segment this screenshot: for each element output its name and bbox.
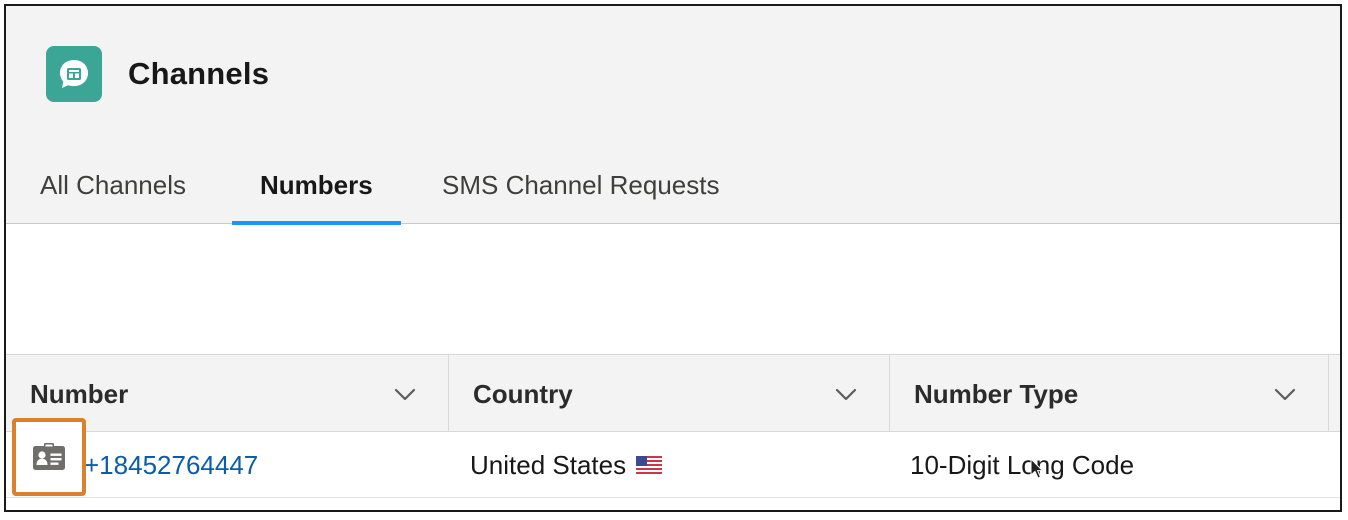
tab-numbers[interactable]: Numbers: [232, 156, 401, 225]
number-type-label: 10-Digit Long Code: [910, 449, 1135, 480]
number-type-cell: 10-Digit Long Code: [910, 432, 1134, 498]
page-header: Channels All Channels Numbers SMS Channe…: [6, 6, 1340, 225]
number-cell: +18452764447: [84, 432, 258, 498]
column-header-country[interactable]: Country: [449, 355, 889, 433]
tab-bar: All Channels Numbers SMS Channel Request…: [6, 156, 1340, 225]
column-divider[interactable]: [1328, 355, 1329, 433]
mouse-cursor-icon: [1030, 458, 1044, 479]
table-row: +18452764447 United States 10-Digit Long…: [6, 432, 1340, 498]
record-icon-highlight[interactable]: [12, 418, 86, 496]
column-label-number-type: Number Type: [914, 378, 1079, 409]
chevron-down-icon[interactable]: [390, 379, 420, 409]
table-header: Number Country Number Type: [6, 354, 1340, 433]
tab-all-channels[interactable]: All Channels: [12, 156, 214, 224]
contact-card-icon[interactable]: [32, 443, 66, 471]
country-label: United States: [470, 449, 627, 480]
country-cell: United States: [470, 432, 663, 498]
us-flag-icon: [636, 456, 663, 474]
column-label-country: Country: [473, 378, 573, 409]
chevron-down-icon[interactable]: [1270, 379, 1300, 409]
page-title: Channels: [128, 56, 270, 91]
column-header-number-type[interactable]: Number Type: [890, 355, 1328, 433]
chevron-down-icon[interactable]: [831, 379, 861, 409]
chat-channel-icon: [46, 46, 102, 102]
number-link[interactable]: +18452764447: [84, 450, 258, 481]
app-frame: Channels All Channels Numbers SMS Channe…: [4, 4, 1342, 512]
tab-sms-channel-requests[interactable]: SMS Channel Requests: [414, 156, 747, 224]
column-label-number: Number: [30, 378, 129, 409]
